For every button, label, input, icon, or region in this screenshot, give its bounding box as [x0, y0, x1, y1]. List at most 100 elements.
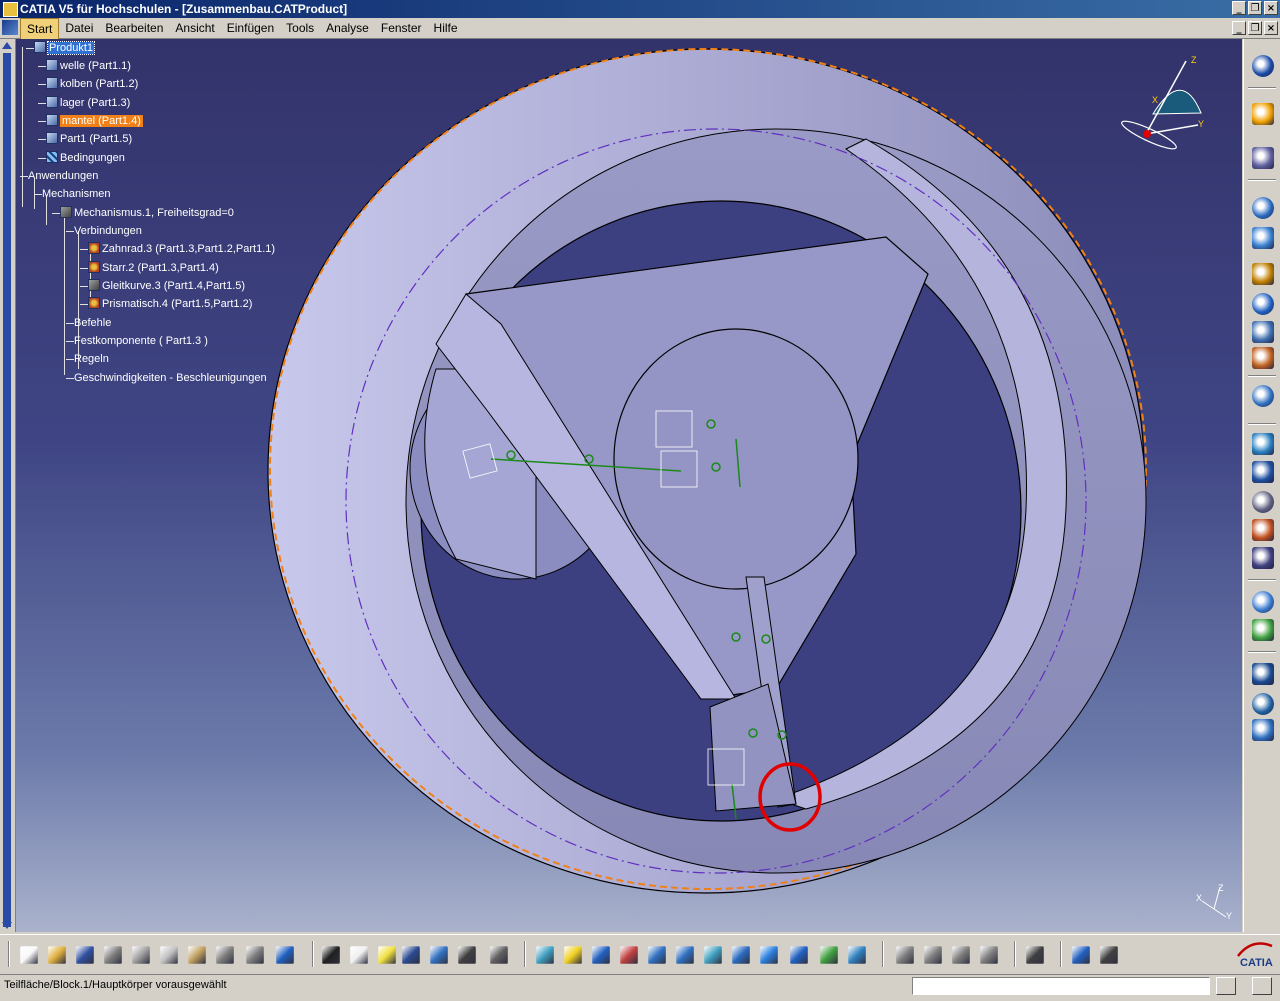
close-button[interactable]: ×: [1264, 1, 1278, 15]
next-icon[interactable]: [924, 946, 942, 964]
tree-node[interactable]: Regeln: [66, 351, 109, 367]
tree-node-label[interactable]: Festkomponente ( Part1.3 ): [74, 335, 208, 347]
command-stop-button[interactable]: [1216, 977, 1236, 995]
tree-node-label[interactable]: mantel (Part1.4): [60, 115, 143, 127]
tree-node-label[interactable]: Befehle: [74, 317, 111, 329]
table-icon[interactable]: [402, 946, 420, 964]
tree-node[interactable]: Mechanismus.1, Freiheitsgrad=0: [52, 205, 234, 221]
tree-node[interactable]: Starr.2 (Part1.3,Part1.4): [80, 260, 219, 276]
tree-node-label[interactable]: Verbindungen: [74, 225, 142, 237]
menu-analyse[interactable]: Analyse: [320, 18, 375, 40]
iso-view-icon[interactable]: [760, 946, 778, 964]
catia-app-icon[interactable]: [3, 2, 18, 17]
tree-node[interactable]: Anwendungen: [20, 168, 98, 184]
new-product-icon[interactable]: [1252, 263, 1274, 285]
filter-icon[interactable]: [490, 946, 508, 964]
tree-node-label[interactable]: Gleitkurve.3 (Part1.4,Part1.5): [102, 280, 245, 292]
paste-icon[interactable]: [188, 946, 206, 964]
multi-view-icon[interactable]: [732, 946, 750, 964]
fix-icon[interactable]: [1252, 321, 1274, 343]
tree-node[interactable]: Bedingungen: [38, 150, 125, 166]
catalog-icon[interactable]: [458, 946, 476, 964]
tree-node-label[interactable]: Anwendungen: [28, 170, 98, 182]
manipulate-icon[interactable]: [1252, 147, 1274, 169]
pan-icon[interactable]: [592, 946, 610, 964]
other-icon[interactable]: [980, 946, 998, 964]
tree-node-label[interactable]: welle (Part1.1): [60, 60, 131, 72]
compass-icon[interactable]: Z Y X: [1119, 55, 1204, 153]
hide-show-icon[interactable]: [790, 946, 808, 964]
clash-icon[interactable]: [1252, 385, 1274, 407]
menu-datei[interactable]: Datei: [59, 18, 99, 40]
tree-node-label[interactable]: Regeln: [74, 353, 109, 365]
redo-icon[interactable]: [246, 946, 264, 964]
snap-icon[interactable]: [1252, 227, 1274, 249]
fly-mode-icon[interactable]: [536, 946, 554, 964]
rotate-icon[interactable]: [620, 946, 638, 964]
menu-hilfe[interactable]: Hilfe: [428, 18, 464, 40]
3d-viewport[interactable]: Z Y X Z Y X Produkt1 welle (Part1.1) kolbe…: [16, 39, 1242, 932]
simulate-icon[interactable]: [1252, 591, 1274, 613]
tree-node-label[interactable]: kolben (Part1.2): [60, 78, 138, 90]
menu-fenster[interactable]: Fenster: [375, 18, 428, 40]
measure-between-icon[interactable]: [1072, 946, 1090, 964]
tree-node-label[interactable]: Prismatisch.4 (Part1.5,Part1.2): [102, 298, 252, 310]
menu-einfugen[interactable]: Einfügen: [221, 18, 280, 40]
joint-icon[interactable]: [1252, 547, 1274, 569]
zoom-out-icon[interactable]: [676, 946, 694, 964]
dmu-icon[interactable]: [1252, 663, 1274, 685]
new-icon[interactable]: [20, 946, 38, 964]
tree-node-label[interactable]: Mechanismus.1, Freiheitsgrad=0: [74, 207, 234, 219]
whats-this-icon[interactable]: [276, 946, 294, 964]
light-bulb-icon[interactable]: [378, 946, 396, 964]
normal-view-icon[interactable]: [704, 946, 722, 964]
tree-node[interactable]: Produkt1: [26, 40, 96, 56]
tree-node[interactable]: Mechanismen: [34, 186, 110, 202]
kinematic-icon[interactable]: [1252, 719, 1274, 741]
doc-close-button[interactable]: ×: [1264, 21, 1278, 35]
menu-bearbeiten[interactable]: Bearbeiten: [99, 18, 169, 40]
select-arrow-icon[interactable]: [1252, 103, 1274, 125]
tree-node[interactable]: kolben (Part1.2): [38, 76, 138, 92]
camera-icon[interactable]: [1026, 946, 1044, 964]
rotation-icon[interactable]: [1252, 693, 1274, 715]
menu-ansicht[interactable]: Ansicht: [169, 18, 220, 40]
measure-icon[interactable]: [1252, 433, 1274, 455]
tree-node-label[interactable]: Starr.2 (Part1.3,Part1.4): [102, 262, 219, 274]
compass-icon[interactable]: [1252, 55, 1274, 77]
tree-scroll-strip[interactable]: [0, 39, 16, 932]
tree-node[interactable]: Verbindungen: [66, 223, 142, 239]
doc-minimize-button[interactable]: _: [1232, 21, 1246, 35]
tree-node-label[interactable]: Part1 (Part1.5): [60, 133, 132, 145]
fit-all-icon[interactable]: [564, 946, 582, 964]
print-icon[interactable]: [104, 946, 122, 964]
tree-node[interactable]: Zahnrad.3 (Part1.3,Part1.2,Part1.1): [80, 241, 275, 257]
document-icon[interactable]: [2, 20, 18, 35]
tree-node[interactable]: Festkomponente ( Part1.3 ): [66, 333, 208, 349]
tree-node[interactable]: mantel (Part1.4): [38, 113, 143, 129]
scroll-up-icon[interactable]: [2, 42, 12, 49]
sweep-icon[interactable]: [1252, 197, 1274, 219]
tree-node[interactable]: Geschwindigkeiten - Beschleunigungen: [66, 370, 267, 386]
copy-icon[interactable]: [160, 946, 178, 964]
tree-node[interactable]: lager (Part1.3): [38, 95, 130, 111]
undo-icon[interactable]: [216, 946, 234, 964]
menu-start[interactable]: Start: [20, 18, 60, 40]
spec-icon[interactable]: [952, 946, 970, 964]
swap-visible-icon[interactable]: [820, 946, 838, 964]
restore-button[interactable]: ❐: [1248, 1, 1262, 15]
scroll-thumb[interactable]: [3, 53, 11, 927]
tree-node[interactable]: welle (Part1.1): [38, 58, 131, 74]
tree-node[interactable]: Part1 (Part1.5): [38, 131, 132, 147]
tree-graph-icon[interactable]: [430, 946, 448, 964]
tree-node-label[interactable]: Zahnrad.3 (Part1.3,Part1.2,Part1.1): [102, 243, 275, 255]
bom-icon[interactable]: [1252, 491, 1274, 513]
build-icon[interactable]: [1252, 519, 1274, 541]
analyze-icon[interactable]: [1252, 619, 1274, 641]
command-help-button[interactable]: [1252, 977, 1272, 995]
anchor-icon[interactable]: [1252, 293, 1274, 315]
command-input[interactable]: [912, 977, 1210, 995]
tree-node-label[interactable]: lager (Part1.3): [60, 97, 130, 109]
tree-node-label[interactable]: Mechanismen: [42, 188, 110, 200]
open-icon[interactable]: [48, 946, 66, 964]
